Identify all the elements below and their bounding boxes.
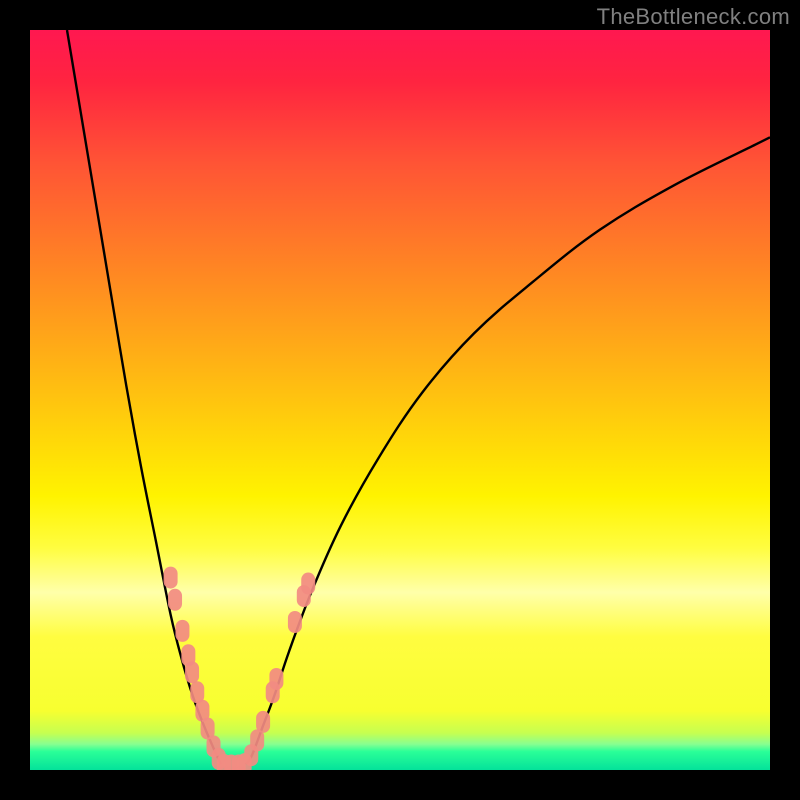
marker-point — [269, 668, 283, 690]
chart-svg — [30, 30, 770, 770]
marker-point — [288, 611, 302, 633]
watermark-text: TheBottleneck.com — [597, 4, 790, 30]
marker-point — [175, 620, 189, 642]
marker-point — [164, 567, 178, 589]
chart-frame: TheBottleneck.com — [0, 0, 800, 800]
plot-area — [30, 30, 770, 770]
marker-point — [256, 711, 270, 733]
marker-point — [301, 573, 315, 595]
gradient-bg — [30, 30, 770, 770]
marker-point — [168, 589, 182, 611]
marker-point — [185, 661, 199, 683]
